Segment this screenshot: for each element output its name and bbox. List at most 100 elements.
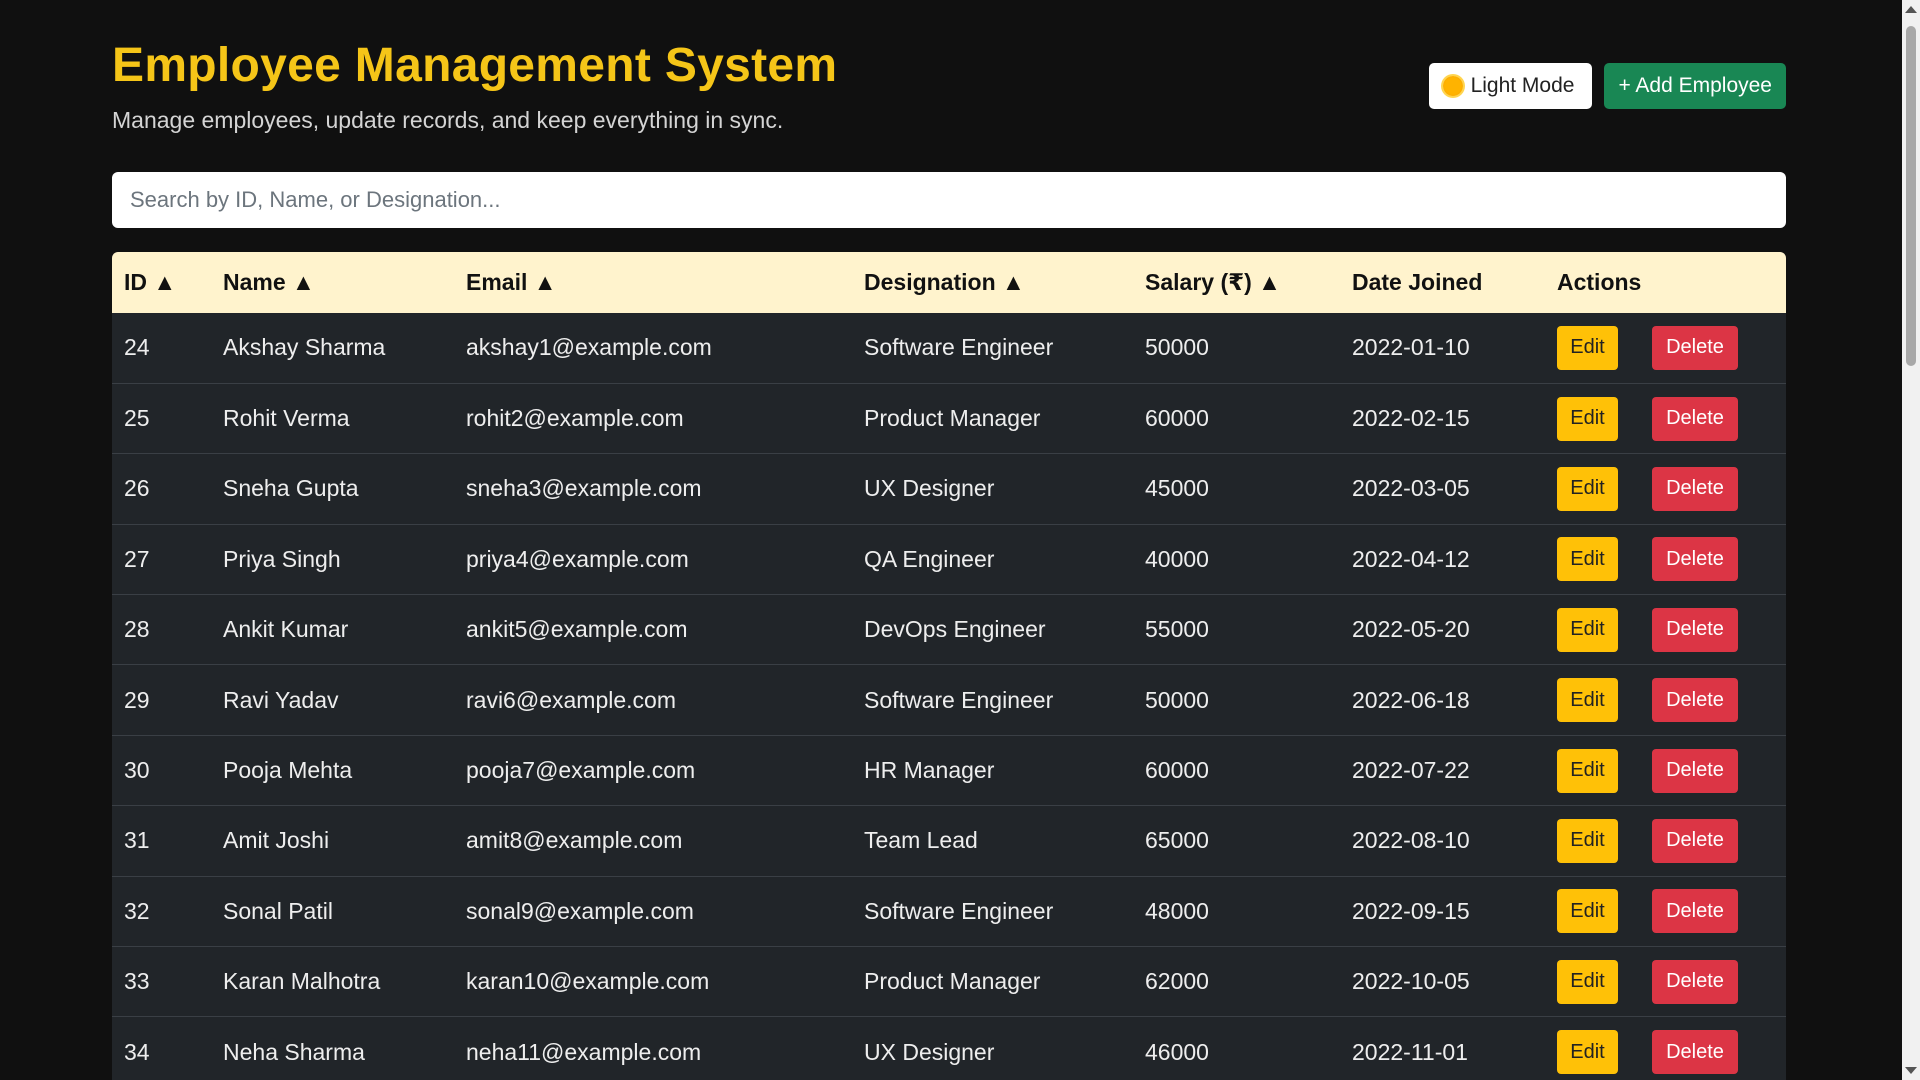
edit-button[interactable]: Edit (1557, 678, 1618, 723)
delete-button[interactable]: Delete (1652, 325, 1738, 370)
scrollbar-thumb[interactable] (1906, 26, 1916, 366)
cell-id: 24 (124, 334, 150, 361)
cell-name: Amit Joshi (223, 827, 330, 854)
edit-button[interactable]: Edit (1557, 889, 1618, 934)
header-actions: Light Mode + Add Employee (1428, 63, 1786, 109)
cell-date: 2022-10-05 (1352, 968, 1470, 995)
table-row: 31 Amit Joshi amit8@example.com Team Lead 65… (112, 805, 1786, 877)
add-employee-button[interactable]: + Add Employee (1604, 63, 1786, 109)
column-header-salary[interactable]: Salary (₹) ▲ (1133, 252, 1340, 313)
table-row: 30 Pooja Mehta pooja7@example.com HR Manage… (112, 735, 1786, 806)
cell-id: 33 (124, 968, 150, 995)
cell-name: Sonal Patil (223, 897, 333, 924)
column-header-id[interactable]: ID ▲ (112, 252, 211, 313)
cell-id: 34 (124, 1038, 150, 1065)
table-row: 28 Ankit Kumar ankit5@example.com DevOps En… (112, 594, 1786, 665)
edit-button[interactable]: Edit (1557, 1030, 1618, 1075)
delete-button[interactable]: Delete (1652, 889, 1738, 934)
column-header-email[interactable]: Email ▲ (454, 252, 852, 313)
cell-actions: Edit Delete (1545, 1017, 1786, 1080)
cell-salary: 62000 (1145, 968, 1209, 995)
sun-icon (1442, 76, 1463, 96)
table-row: 24 Akshay Sharma akshay1@example.com Softwa… (112, 313, 1786, 384)
cell-date: 2022-06-18 (1352, 686, 1470, 713)
table-row: 27 Priya Singh priya4@example.com QA Engine… (112, 524, 1786, 595)
scroll-up-arrow-icon[interactable] (1905, 6, 1917, 13)
cell-name: Ankit Kumar (223, 616, 349, 643)
delete-button[interactable]: Delete (1652, 1030, 1738, 1075)
edit-button[interactable]: Edit (1557, 325, 1618, 370)
search-input[interactable] (112, 172, 1786, 228)
cell-designation: DevOps Engineer (864, 616, 1046, 643)
employee-table-wrapper: ID ▲ Name ▲ Email ▲ Designation ▲ Salary… (112, 252, 1786, 1080)
cell-date: 2022-01-10 (1352, 334, 1470, 361)
cell-name: Sneha Gupta (223, 475, 359, 502)
cell-actions: Edit Delete (1545, 454, 1786, 524)
employee-table: ID ▲ Name ▲ Email ▲ Designation ▲ Salary… (112, 252, 1786, 1080)
vertical-scrollbar[interactable] (1902, 0, 1920, 1080)
cell-name: Ravi Yadav (223, 686, 339, 713)
table-row: 29 Ravi Yadav ravi6@example.com Software En… (112, 664, 1786, 736)
cell-id: 31 (124, 827, 150, 854)
page-subtitle: Manage employees, update records, and ke… (112, 107, 784, 133)
cell-salary: 48000 (1145, 897, 1209, 924)
cell-salary: 55000 (1145, 616, 1209, 643)
delete-button[interactable]: Delete (1652, 959, 1738, 1004)
cell-designation: Product Manager (864, 405, 1041, 432)
edit-button[interactable]: Edit (1557, 537, 1618, 582)
delete-button[interactable]: Delete (1652, 466, 1738, 511)
delete-button[interactable]: Delete (1652, 537, 1738, 582)
cell-date: 2022-03-05 (1352, 475, 1470, 502)
cell-date: 2022-08-10 (1352, 827, 1470, 854)
edit-button[interactable]: Edit (1557, 396, 1618, 441)
delete-button[interactable]: Delete (1652, 396, 1738, 441)
table-row: 33 Karan Malhotra karan10@example.com Produ… (112, 946, 1786, 1017)
cell-designation: UX Designer (864, 1038, 995, 1065)
edit-button[interactable]: Edit (1557, 959, 1618, 1004)
cell-email: pooja7@example.com (466, 757, 696, 784)
cell-designation: Software Engineer (864, 334, 1054, 361)
cell-id: 27 (124, 545, 150, 572)
delete-button[interactable]: Delete (1652, 607, 1738, 652)
column-header-designation[interactable]: Designation ▲ (852, 252, 1133, 313)
cell-name: Pooja Mehta (223, 757, 353, 784)
edit-button[interactable]: Edit (1557, 748, 1618, 793)
table-row: 32 Sonal Patil sonal9@example.com Software … (112, 876, 1786, 947)
cell-id: 25 (124, 405, 150, 432)
cell-date: 2022-07-22 (1352, 757, 1470, 784)
cell-name: Rohit Verma (223, 405, 350, 432)
cell-date: 2022-02-15 (1352, 405, 1470, 432)
table-row: 34 Neha Sharma neha11@example.com UX Design… (112, 1016, 1786, 1080)
edit-button[interactable]: Edit (1557, 466, 1618, 511)
cell-actions: Edit Delete (1545, 313, 1786, 383)
cell-date: 2022-09-15 (1352, 897, 1470, 924)
scroll-down-arrow-icon[interactable] (1905, 1067, 1917, 1074)
cell-designation: Software Engineer (864, 686, 1054, 713)
cell-email: ravi6@example.com (466, 686, 676, 713)
cell-salary: 50000 (1145, 686, 1209, 713)
cell-id: 29 (124, 686, 150, 713)
delete-button[interactable]: Delete (1652, 678, 1738, 723)
cell-date: 2022-11-01 (1352, 1038, 1468, 1065)
cell-salary: 46000 (1145, 1038, 1209, 1065)
cell-actions: Edit Delete (1545, 876, 1786, 946)
column-header-name[interactable]: Name ▲ (211, 252, 454, 313)
table-header-row: ID ▲ Name ▲ Email ▲ Designation ▲ Salary… (112, 252, 1786, 313)
delete-button[interactable]: Delete (1652, 748, 1738, 793)
light-mode-button[interactable]: Light Mode (1428, 63, 1593, 109)
cell-designation: Product Manager (864, 968, 1041, 995)
cell-name: Neha Sharma (223, 1038, 365, 1065)
cell-designation: QA Engineer (864, 545, 995, 572)
cell-name: Akshay Sharma (223, 334, 386, 361)
cell-email: priya4@example.com (466, 545, 689, 572)
edit-button[interactable]: Edit (1557, 607, 1618, 652)
cell-actions: Edit Delete (1545, 947, 1786, 1017)
delete-button[interactable]: Delete (1652, 818, 1738, 863)
cell-designation: HR Manager (864, 757, 995, 784)
cell-salary: 60000 (1145, 405, 1209, 432)
edit-button[interactable]: Edit (1557, 818, 1618, 863)
cell-email: neha11@example.com (466, 1038, 702, 1065)
cell-salary: 45000 (1145, 475, 1209, 502)
cell-email: amit8@example.com (466, 827, 683, 854)
cell-actions: Edit Delete (1545, 735, 1786, 805)
